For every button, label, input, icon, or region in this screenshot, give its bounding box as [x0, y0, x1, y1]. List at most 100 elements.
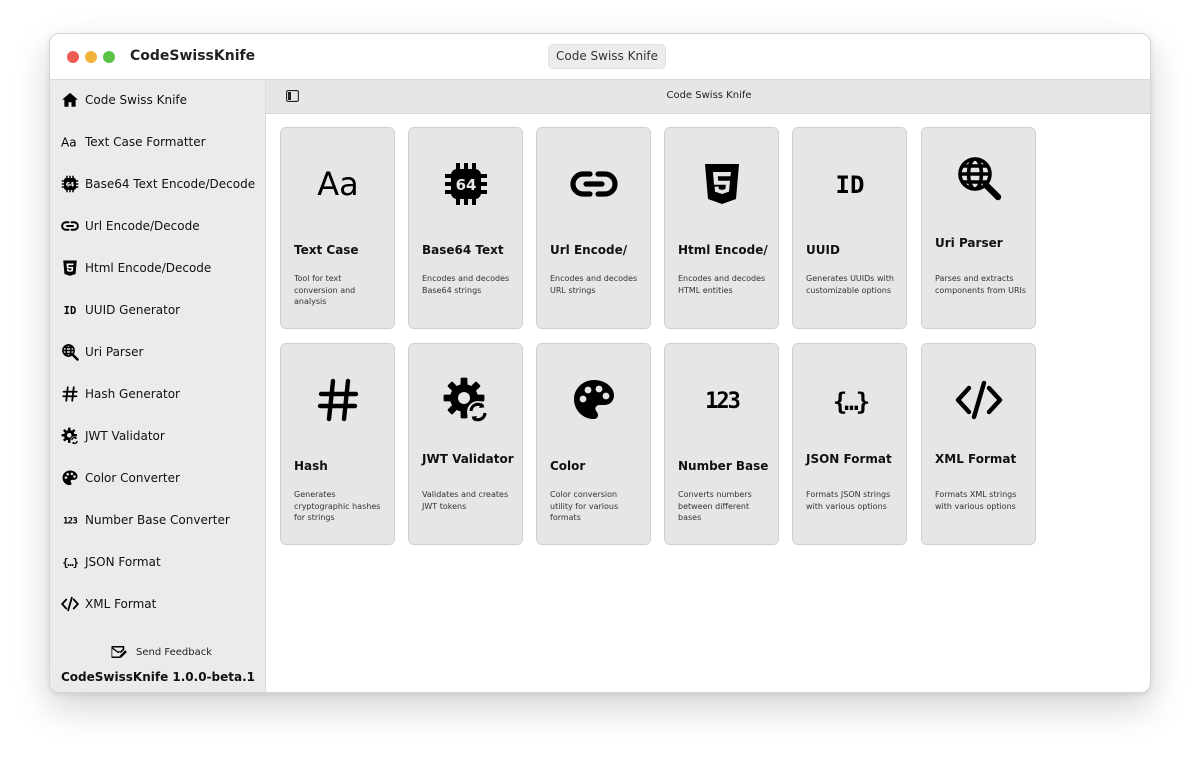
card-title: JWT Validator — [422, 452, 514, 466]
svg-text:64: 64 — [66, 182, 74, 189]
feedback-envelope-icon — [111, 646, 127, 659]
sidebar-item-html[interactable]: Html Encode/Decode — [60, 255, 260, 281]
sidebar-item-label: UUID Generator — [85, 303, 181, 317]
json-braces-icon: {…} — [60, 552, 80, 572]
svg-text:123: 123 — [63, 516, 77, 526]
main-title: Code Swiss Knife — [666, 90, 752, 101]
card-json-format[interactable]: {…} JSON Format Formats JSON strings wit… — [792, 343, 907, 545]
sidebar-item-label: Html Encode/Decode — [85, 261, 212, 275]
sidebar-item-label: Color Converter — [85, 471, 180, 485]
card-description: Tool for text conversion and analysis — [294, 274, 356, 306]
card-title: JSON Format — [806, 452, 892, 466]
globe-search-icon — [60, 342, 80, 362]
text-case-icon: Aa — [60, 132, 80, 152]
sidebar-item-hash[interactable]: Hash Generator — [60, 381, 260, 407]
base64-chip-icon: 64 — [60, 174, 80, 194]
main-header: Code Swiss Knife — [266, 80, 1150, 114]
card-uri-parser[interactable]: Uri Parser Parses and extracts component… — [921, 127, 1036, 329]
card-description: Color conversion utility for various for… — [550, 490, 619, 522]
window-title-pill[interactable]: Code Swiss Knife — [548, 44, 667, 69]
home-icon — [60, 90, 80, 110]
sidebar-item-code-swiss-knife[interactable]: Code Swiss Knife — [60, 87, 260, 113]
close-window-button[interactable] — [67, 51, 79, 63]
card-number-base[interactable]: 123 Number Base Converts numbers between… — [664, 343, 779, 545]
title-bar: CodeSwissKnife Code Swiss Knife — [50, 34, 1150, 80]
card-title: Uri Parser — [935, 236, 1003, 250]
palette-icon — [60, 468, 80, 488]
card-description: Encodes and decodes URL strings — [550, 274, 638, 295]
sidebar-item-label: Base64 Text Encode/Decode — [85, 177, 256, 191]
link-icon — [60, 216, 80, 236]
sidebar-item-label: Url Encode/Decode — [85, 219, 200, 233]
svg-text:Aa: Aa — [317, 165, 359, 203]
card-description: Converts numbers between different bases — [678, 490, 752, 522]
card-description: Encodes and decodes HTML entities — [678, 274, 766, 295]
sidebar-item-label: Code Swiss Knife — [85, 93, 188, 107]
globe-search-icon — [922, 152, 1035, 204]
card-description: Validates and creates JWT tokens — [422, 490, 509, 511]
code-tag-icon — [922, 374, 1035, 426]
svg-text:123: 123 — [705, 389, 739, 414]
code-tag-icon — [60, 594, 80, 614]
card-title: Number Base — [678, 459, 769, 473]
sidebar-item-url[interactable]: Url Encode/Decode — [60, 213, 260, 239]
card-title: Hash — [294, 459, 328, 473]
card-title: Text Case — [294, 243, 359, 257]
card-url[interactable]: Url Encode/ Encodes and decodes URL stri… — [536, 127, 651, 329]
card-title: XML Format — [935, 452, 1017, 466]
gear-sync-icon — [60, 426, 80, 446]
svg-text:ID: ID — [835, 171, 864, 199]
sidebar-item-label: JSON Format — [85, 555, 161, 569]
sidebar-item-label: Uri Parser — [85, 345, 144, 359]
html5-icon — [60, 258, 80, 278]
card-uuid[interactable]: ID UUID Generates UUIDs with customizabl… — [792, 127, 907, 329]
card-hash[interactable]: Hash Generates cryptographic hashes for … — [280, 343, 395, 545]
hash-icon — [281, 374, 394, 426]
sidebar-item-uri-parser[interactable]: Uri Parser — [60, 339, 260, 365]
card-title: Html Encode/ — [678, 243, 768, 257]
app-window: CodeSwissKnife Code Swiss Knife Code Swi… — [49, 33, 1151, 693]
sidebar: Code Swiss Knife Aa Text Case Formatter … — [50, 80, 266, 692]
card-description: Formats JSON strings with various option… — [806, 490, 891, 511]
base64-chip-icon: 64 — [409, 158, 522, 210]
sidebar-item-base64[interactable]: 64 Base64 Text Encode/Decode — [60, 171, 260, 197]
sidebar-item-number-base[interactable]: 123 Number Base Converter — [60, 507, 260, 533]
card-base64[interactable]: 64 Base64 Text Encodes and decodes Base6… — [408, 127, 523, 329]
card-description: Formats XML strings with various options — [935, 490, 1017, 511]
app-version: CodeSwissKnife 1.0.0-beta.1 — [60, 670, 255, 684]
send-feedback-button[interactable]: Send Feedback — [110, 642, 212, 662]
card-color[interactable]: Color Color conversion utility for vario… — [536, 343, 651, 545]
send-feedback-label: Send Feedback — [136, 646, 212, 658]
zoom-window-button[interactable] — [103, 51, 115, 63]
svg-text:{…}: {…} — [62, 557, 78, 569]
sidebar-item-label: Number Base Converter — [85, 513, 230, 527]
minimize-window-button[interactable] — [85, 51, 97, 63]
json-braces-icon: {…} — [793, 374, 906, 426]
card-html[interactable]: Html Encode/ Encodes and decodes HTML en… — [664, 127, 779, 329]
sidebar-item-text-case-formatter[interactable]: Aa Text Case Formatter — [60, 129, 260, 155]
card-jwt-validator[interactable]: JWT Validator Validates and creates JWT … — [408, 343, 523, 545]
card-title: Color — [550, 459, 586, 473]
id-icon: ID — [793, 158, 906, 210]
numbers-icon: 123 — [665, 374, 778, 426]
sidebar-item-json[interactable]: {…} JSON Format — [60, 549, 260, 575]
sidebar-item-xml[interactable]: XML Format — [60, 591, 260, 617]
card-description: Encodes and decodes Base64 strings — [422, 274, 510, 295]
html5-icon — [665, 158, 778, 210]
link-icon — [537, 158, 650, 210]
sidebar-item-uuid[interactable]: ID UUID Generator — [60, 297, 260, 323]
card-xml-format[interactable]: XML Format Formats XML strings with vari… — [921, 343, 1036, 545]
hash-icon — [60, 384, 80, 404]
app-title: CodeSwissKnife — [130, 48, 256, 64]
svg-text:ID: ID — [64, 305, 77, 317]
card-description: Generates UUIDs with customizable option… — [806, 274, 894, 295]
card-text-case[interactable]: Aa Text Case Tool for text conversion an… — [280, 127, 395, 329]
sidebar-item-label: Text Case Formatter — [85, 135, 206, 149]
sidebar-item-jwt[interactable]: JWT Validator — [60, 423, 260, 449]
svg-text:64: 64 — [455, 176, 476, 194]
sidebar-item-label: XML Format — [85, 597, 157, 611]
card-title: UUID — [806, 243, 840, 257]
svg-text:Aa: Aa — [61, 136, 77, 150]
sidebar-item-label: JWT Validator — [85, 429, 165, 443]
sidebar-item-color[interactable]: Color Converter — [60, 465, 260, 491]
